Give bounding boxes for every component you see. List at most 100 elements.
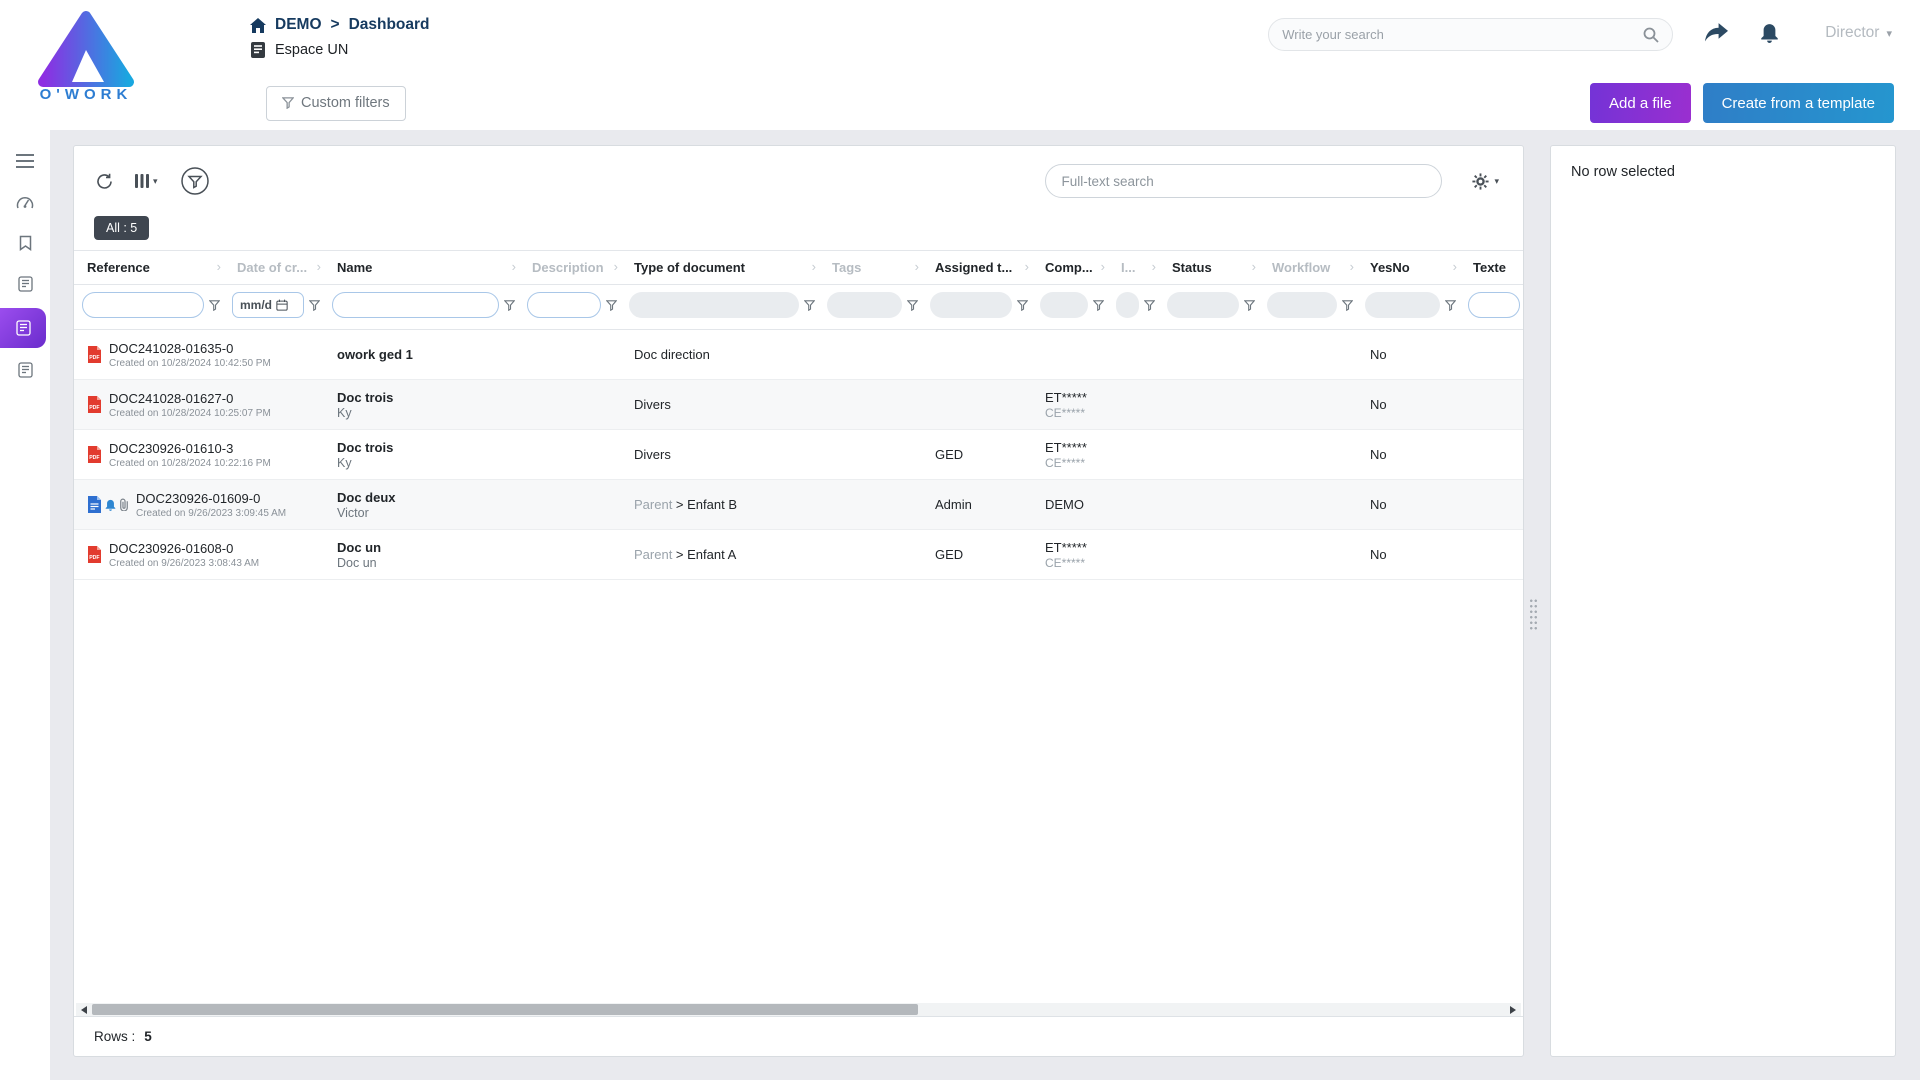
- column-header-reference[interactable]: Reference›: [74, 251, 224, 285]
- filter-funnel-icon[interactable]: [209, 300, 220, 311]
- notifications-bell-icon[interactable]: [1760, 23, 1779, 43]
- sidebar-item-bookmarks[interactable]: [6, 224, 44, 262]
- filter-funnel-icon[interactable]: [309, 300, 320, 311]
- add-file-button[interactable]: Add a file: [1590, 83, 1691, 123]
- main-content: ▾ ▾: [50, 130, 1920, 1080]
- document-type: Parent > Enfant A: [621, 530, 819, 580]
- column-header-status[interactable]: Status›: [1159, 251, 1259, 285]
- calendar-icon[interactable]: [276, 299, 288, 311]
- table-tabs: All : 5: [74, 212, 1523, 251]
- column-header-type-of-document[interactable]: Type of document›: [621, 251, 819, 285]
- workspace-label: Espace UN: [250, 42, 430, 58]
- column-sort-chevron-icon[interactable]: ›: [614, 259, 618, 274]
- column-sort-chevron-icon[interactable]: ›: [217, 259, 221, 274]
- column-sort-chevron-icon[interactable]: ›: [915, 259, 919, 274]
- app-logo[interactable]: O'WORK: [16, 10, 156, 103]
- company: ET*****CE*****: [1032, 430, 1108, 480]
- document-reference: DOC230926-01609-0: [136, 491, 286, 506]
- text-filter-input[interactable]: [527, 292, 601, 318]
- column-sort-chevron-icon[interactable]: ›: [1101, 259, 1105, 274]
- assigned-to: GED: [922, 530, 1032, 580]
- global-search[interactable]: [1268, 18, 1673, 51]
- document-subname: Ky: [337, 406, 513, 420]
- column-sort-chevron-icon[interactable]: ›: [1152, 259, 1156, 274]
- settings-gear-button[interactable]: ▾: [1472, 173, 1499, 190]
- column-header-assigned-t[interactable]: Assigned t...›: [922, 251, 1032, 285]
- column-header-tags[interactable]: Tags›: [819, 251, 922, 285]
- column-header-texte[interactable]: Texte›: [1460, 251, 1523, 285]
- assigned-to: Admin: [922, 480, 1032, 530]
- yesno-value: No: [1357, 530, 1460, 580]
- documents-panel: ▾ ▾: [73, 145, 1524, 1057]
- breadcrumb-dashboard-link[interactable]: Dashboard: [349, 16, 430, 34]
- filter-button[interactable]: [174, 160, 216, 202]
- filter-funnel-icon[interactable]: [1342, 300, 1353, 311]
- custom-filters-button[interactable]: Custom filters: [266, 86, 406, 121]
- column-header-comp[interactable]: Comp...›: [1032, 251, 1108, 285]
- text-filter-input[interactable]: [1468, 292, 1520, 318]
- pdf-file-icon: PDF: [87, 396, 102, 413]
- home-icon[interactable]: [250, 18, 266, 33]
- filter-funnel-icon[interactable]: [1144, 300, 1155, 311]
- filter-funnel-icon[interactable]: [606, 300, 617, 311]
- scroll-right-arrow[interactable]: [1510, 1006, 1516, 1014]
- column-header-workflow[interactable]: Workflow›: [1259, 251, 1357, 285]
- filter-funnel-icon[interactable]: [804, 300, 815, 311]
- horizontal-scrollbar[interactable]: [76, 1003, 1521, 1016]
- menu-icon: [16, 154, 34, 168]
- tab-all[interactable]: All : 5: [94, 216, 149, 240]
- column-header-yesno[interactable]: YesNo›: [1357, 251, 1460, 285]
- column-header-description[interactable]: Description›: [519, 251, 621, 285]
- document-reference: DOC241028-01635-0: [109, 341, 271, 356]
- sidebar-item-documents[interactable]: [6, 265, 44, 303]
- disabled-filter-input: [1365, 292, 1440, 318]
- detail-panel: No row selected: [1550, 145, 1896, 1057]
- notification-bell-icon: [105, 499, 116, 511]
- panel-resize-handle[interactable]: [1529, 598, 1538, 630]
- filter-funnel-icon[interactable]: [907, 300, 918, 311]
- column-sort-chevron-icon[interactable]: ›: [1252, 259, 1256, 274]
- table-row[interactable]: PDFDOC230926-01610-3Created on 10/28/202…: [74, 430, 1523, 480]
- column-sort-chevron-icon[interactable]: ›: [1453, 259, 1457, 274]
- column-header-i[interactable]: I...›: [1108, 251, 1159, 285]
- filter-funnel-icon[interactable]: [1093, 300, 1104, 311]
- scroll-left-arrow[interactable]: [81, 1006, 87, 1014]
- column-sort-chevron-icon[interactable]: ›: [317, 259, 321, 274]
- column-sort-chevron-icon[interactable]: ›: [1025, 259, 1029, 274]
- sidebar-menu-toggle[interactable]: [6, 142, 44, 180]
- refresh-button[interactable]: [90, 167, 119, 196]
- sidebar-item-ged-active[interactable]: [0, 308, 46, 348]
- date-filter-input[interactable]: mm/d: [232, 292, 304, 318]
- global-search-input[interactable]: [1282, 27, 1643, 42]
- column-sort-chevron-icon[interactable]: ›: [1350, 259, 1354, 274]
- filter-funnel-icon[interactable]: [1445, 300, 1456, 311]
- filter-funnel-icon[interactable]: [1244, 300, 1255, 311]
- table-row[interactable]: PDFDOC241028-01627-0Created on 10/28/202…: [74, 380, 1523, 430]
- table-row[interactable]: PDFDOC241028-01635-0Created on 10/28/202…: [74, 330, 1523, 380]
- disabled-filter-input: [1167, 292, 1239, 318]
- share-icon[interactable]: [1705, 23, 1728, 42]
- create-template-button[interactable]: Create from a template: [1703, 83, 1894, 123]
- filter-funnel-icon[interactable]: [1017, 300, 1028, 311]
- column-sort-chevron-icon[interactable]: ›: [512, 259, 516, 274]
- scrollbar-thumb[interactable]: [92, 1004, 918, 1015]
- table-row[interactable]: DOC230926-01609-0Created on 9/26/2023 3:…: [74, 480, 1523, 530]
- column-sort-chevron-icon[interactable]: ›: [812, 259, 816, 274]
- search-icon[interactable]: [1643, 27, 1659, 43]
- column-header-date-of-cr[interactable]: Date of cr...›: [224, 251, 324, 285]
- column-header-name[interactable]: Name›: [324, 251, 519, 285]
- top-header: O'WORK DEMO > Dashboard Espace UN: [0, 0, 1920, 130]
- filter-circle-icon: [180, 166, 210, 196]
- table-row[interactable]: PDFDOC230926-01608-0Created on 9/26/2023…: [74, 530, 1523, 580]
- sidebar-item-dashboard[interactable]: [6, 183, 44, 221]
- text-filter-input[interactable]: [332, 292, 499, 318]
- column-settings-button[interactable]: ▾: [129, 168, 164, 194]
- fulltext-search-input[interactable]: [1061, 174, 1426, 189]
- breadcrumb-demo-link[interactable]: DEMO: [275, 16, 322, 34]
- sidebar-item-archive[interactable]: [6, 351, 44, 389]
- text-filter-input[interactable]: [82, 292, 204, 318]
- fulltext-search[interactable]: [1045, 164, 1442, 198]
- filter-funnel-icon[interactable]: [504, 300, 515, 311]
- user-menu[interactable]: Director ▾: [1825, 24, 1892, 42]
- chevron-down-icon: ▾: [1886, 27, 1892, 40]
